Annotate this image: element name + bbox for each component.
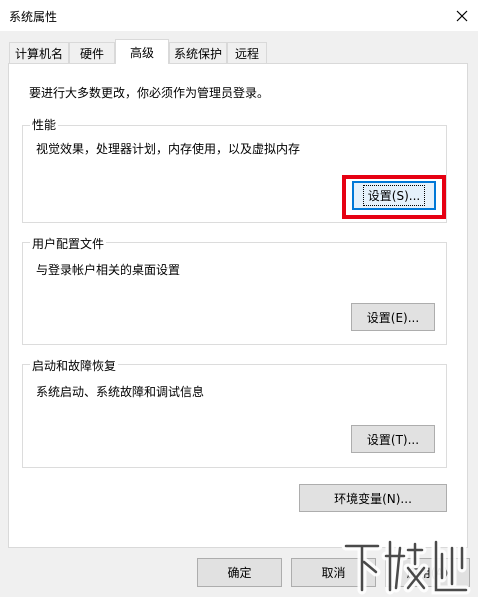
title-bar [0,0,478,31]
user-profiles-description: 与登录帐户相关的桌面设置 [36,263,181,277]
button-label: 取消 [321,566,346,580]
tab-hardware[interactable]: 硬件 [69,42,115,63]
cancel-button[interactable]: 取消 [291,558,376,587]
tab-computer-name[interactable]: 计算机名 [9,42,69,63]
performance-title: 性能 [30,116,59,133]
tab-label: 远程 [234,46,259,61]
startup-recovery-description: 系统启动、系统故障和调试信息 [36,385,205,399]
tab-label: 高级 [129,45,154,60]
performance-settings-button[interactable]: 设置(S)... [352,181,436,210]
ok-button[interactable]: 确定 [197,558,282,587]
button-label: 设置(S)... [362,185,426,206]
tab-system-protection[interactable]: 系统保护 [169,42,227,63]
tab-label: 硬件 [79,46,104,61]
tab-label: 计算机名 [14,46,63,61]
button-label: 确定 [227,566,252,580]
admin-note: 要进行大多数更改，你必须作为管理员登录。 [29,86,270,100]
performance-description: 视觉效果，处理器计划，内存使用，以及虚拟内存 [36,142,301,156]
user-profiles-title: 用户配置文件 [30,235,107,252]
button-label: 环境变量(N)... [334,491,412,506]
environment-variables-button[interactable]: 环境变量(N)... [299,484,447,512]
tab-remote[interactable]: 远程 [227,42,267,63]
tab-label: 系统保护 [173,46,222,61]
close-icon [456,10,468,21]
window-title: 系统属性 [9,10,58,24]
button-label: 设置(T)... [366,432,420,447]
startup-recovery-title: 启动和故障恢复 [30,357,119,374]
apply-button[interactable]: 应用(A) [385,558,470,587]
startup-recovery-settings-button[interactable]: 设置(T)... [351,425,435,453]
tab-advanced[interactable]: 高级 [115,39,169,64]
button-label: 应用(A) [406,566,449,580]
close-button[interactable] [446,0,478,31]
button-label: 设置(E)... [366,310,420,325]
user-profiles-settings-button[interactable]: 设置(E)... [351,303,435,331]
